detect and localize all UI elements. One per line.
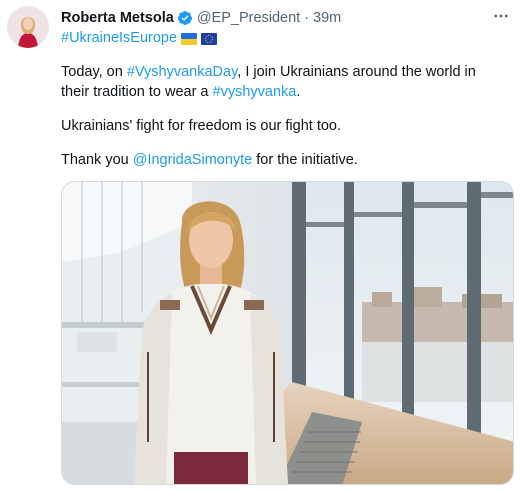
mention-ingridasimonyte[interactable]: @IngridaSimonyte (133, 152, 253, 168)
tweet-paragraph-1: Today, on #VyshyvankaDay, I join Ukraini… (61, 62, 501, 102)
hashtag-ukraineiseurope[interactable]: #UkraineIsEurope (61, 29, 177, 47)
tweet-timestamp[interactable]: 39m (313, 9, 341, 27)
text-segment: Today, on (61, 64, 127, 80)
tweet-photo[interactable] (61, 181, 514, 485)
tweet-paragraph-3: Thank you @IngridaSimonyte for the initi… (61, 150, 358, 170)
avatar[interactable] (7, 6, 49, 48)
hashtag-vyshyvankaday[interactable]: #VyshyvankaDay (127, 64, 237, 80)
author-name[interactable]: Roberta Metsola (61, 9, 174, 27)
text-segment: for the initiative. (252, 152, 358, 168)
separator-dot: · (304, 10, 310, 26)
text-segment: . (296, 84, 301, 100)
tweet-card[interactable]: Roberta Metsola @EP_President · 39m #Ukr… (0, 0, 523, 491)
verified-badge-icon (177, 10, 193, 26)
tweet-paragraph-2: Ukrainians' fight for freedom is our fig… (61, 118, 342, 134)
text-segment: Thank you (61, 152, 133, 168)
profile-hashtag-line: #UkraineIsEurope (61, 29, 218, 47)
ukraine-flag-icon (181, 32, 198, 45)
author-handle[interactable]: @EP_President (197, 9, 300, 27)
tweet-header: Roberta Metsola @EP_President · 39m (61, 8, 483, 28)
avatar-image (7, 6, 49, 48)
more-options-icon[interactable] (491, 6, 511, 26)
photo-image (62, 182, 513, 484)
tweet-text: Today, on #VyshyvankaDay, I join Ukraini… (61, 62, 501, 168)
hashtag-vyshyvanka[interactable]: #vyshyvanka (213, 84, 297, 100)
eu-flag-icon (201, 32, 218, 45)
